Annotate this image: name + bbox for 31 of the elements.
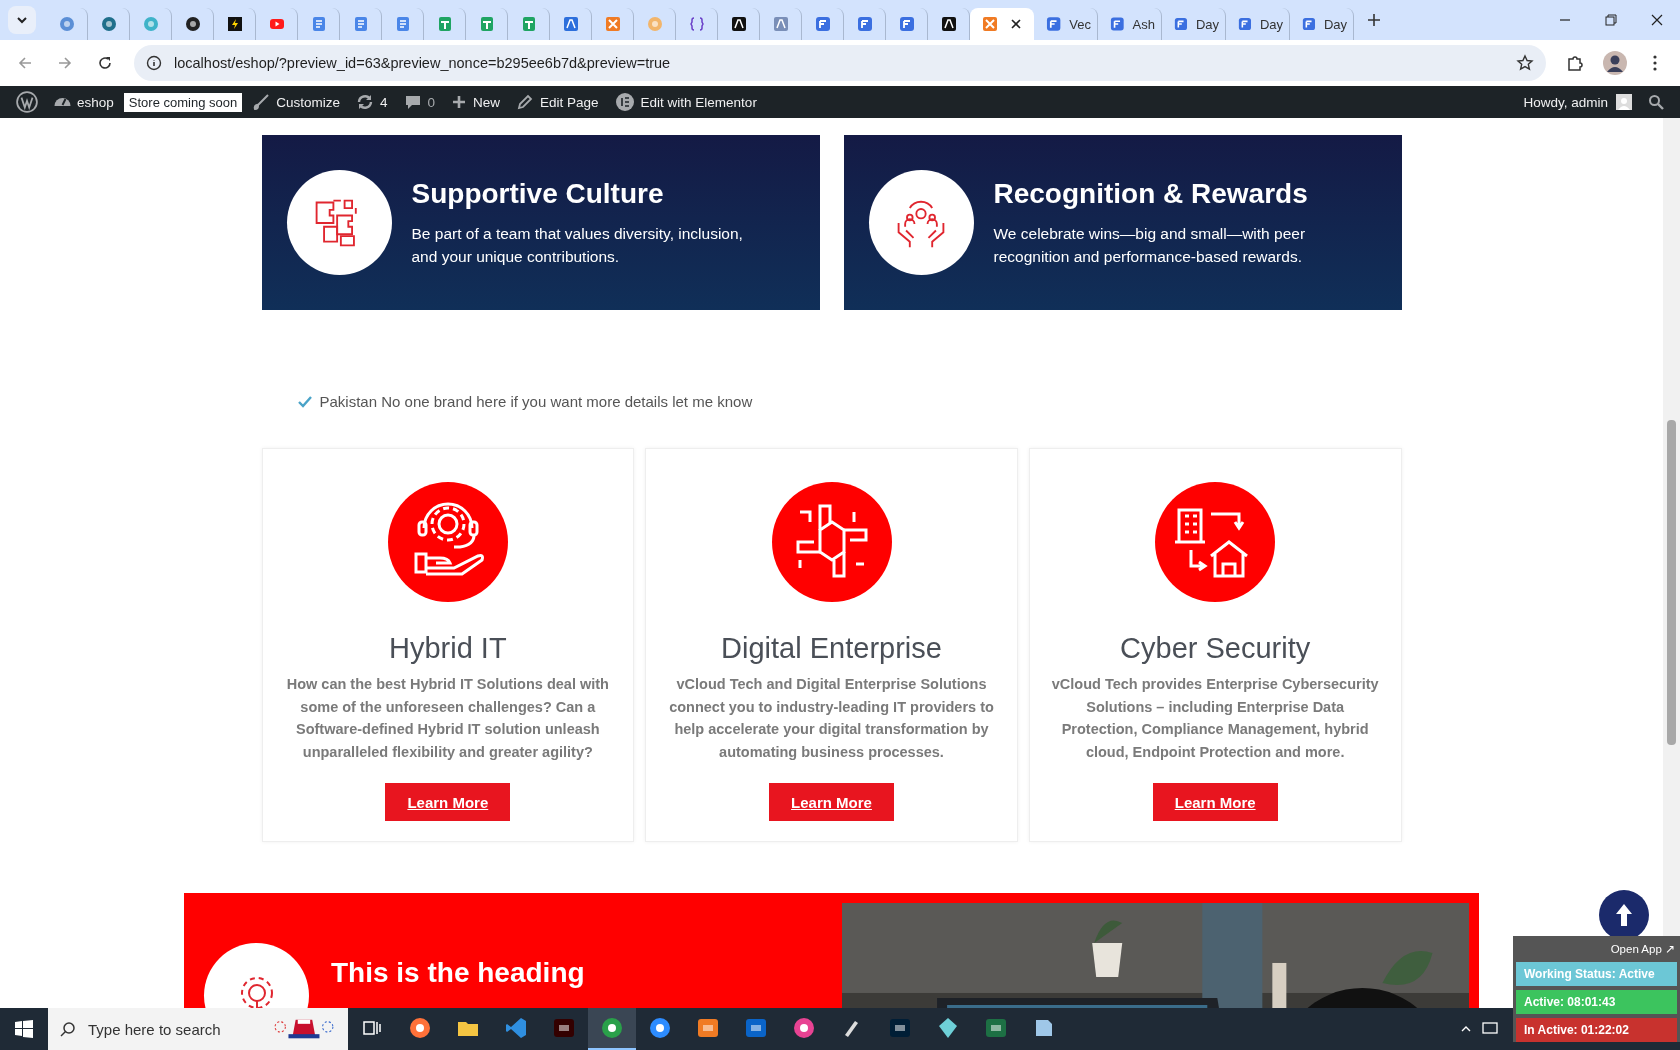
note-text: Pakistan No one brand here if you want more details let me know [319,393,753,410]
admin-bar-link[interactable]: Edit with Elementor [606,86,765,118]
service-title: Digital Enterprise [721,632,942,665]
service-title: Hybrid IT [389,632,507,665]
address-field[interactable]: localhost/eshop/?preview_id=63&preview_nonce=b295ee6b7d&preview=true [134,45,1546,81]
active-time: Active: 08:01:43 [1516,990,1677,1014]
service-description: vCloud Tech provides Enterprise Cybersecurity Solutions – including Enterprise Data Protection, Compliance Management, hybrid cloud, Endpoint Protection and more. [1050,675,1380,762]
admin-bar-link[interactable]: 4 [348,86,396,118]
comments-link[interactable]: 0 [395,86,443,118]
status-badge: Store coming soon [123,92,243,112]
admin-bar-link[interactable]: eshop [46,86,122,118]
taskbar-search-field[interactable]: Type here to search [48,1008,348,1050]
admin-bar-link[interactable]: New [443,86,509,118]
open-app-link[interactable]: Open App ↗ [1608,940,1677,958]
account-menu[interactable]: Howdy, admin [1515,86,1640,118]
admin-bar-link[interactable]: Customize [244,86,348,118]
learn-more-button[interactable]: Learn More [1152,783,1278,821]
service-description: How can the best Hybrid IT Solutions deal with some of the unforeseen challenges? Can a Software-defined Hybrid IT solution unleash unparalleled flexibility and greater agility? [285,675,610,762]
feature-description: Be part of a team that values diversity, inclusion, and your unique contributions. [411,223,744,267]
search-input[interactable]: Type here to search [86,1019,264,1039]
feature-title: Recognition & Rewards [993,177,1309,210]
status-label: Working Status: Active [1516,962,1677,986]
feature-description: We celebrate wins—big and small—with peer recognition and performance-based rewards. [993,223,1307,267]
admin-bar-link[interactable]: Edit Page [508,86,607,118]
service-title: Cyber Security [1120,632,1311,665]
learn-more-button[interactable]: Learn More [769,783,894,821]
feature-title: Supportive Culture [411,177,665,210]
inactive-time: In Active: 01:22:02 [1516,1018,1677,1042]
learn-more-button[interactable]: Learn More [385,783,511,821]
service-description: vCloud Tech and Digital Enterprise Solutions connect you to industry-leading IT providers to help accelerate your digital transformation by automating business processes. [668,675,995,762]
promo-heading: This is the heading [331,957,585,989]
